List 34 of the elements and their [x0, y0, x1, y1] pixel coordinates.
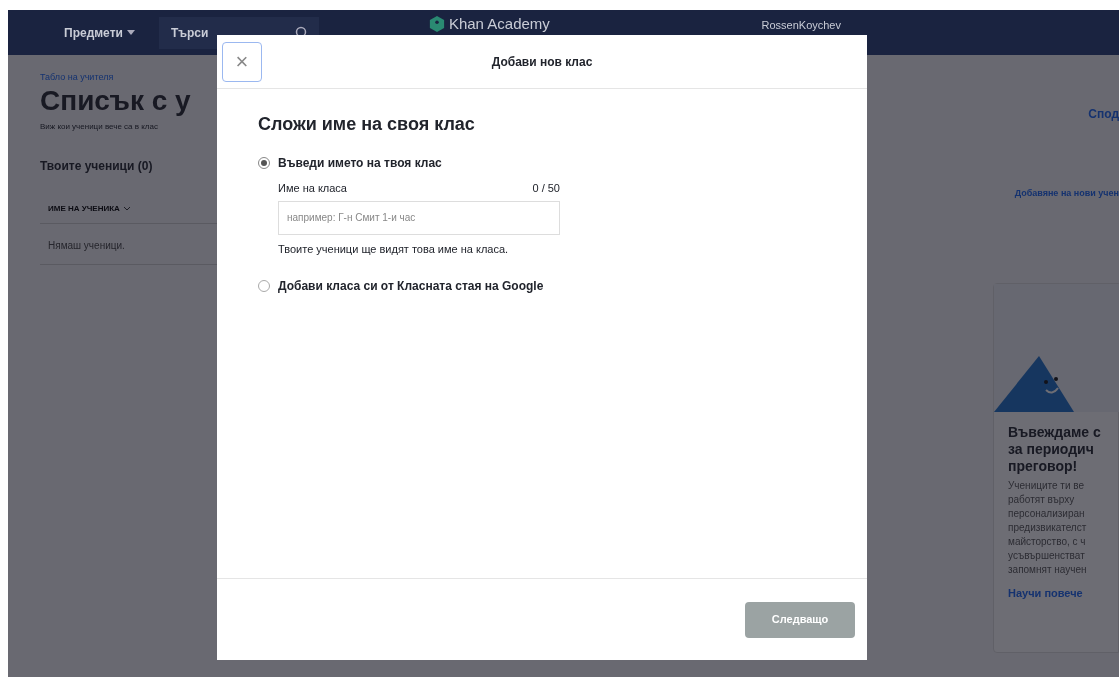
subjects-menu[interactable]: Предмети — [56, 23, 143, 42]
section-heading: Сложи име на своя клас — [258, 113, 476, 136]
caret-icon — [126, 30, 135, 35]
radio-option[interactable]: Въведи името на твоя клас — [258, 154, 826, 172]
card-text-line: усъвършенстват — [1008, 548, 1086, 563]
page-subtitle: Виж кои ученици вече са в клас — [40, 120, 159, 133]
students-heading: Твоите ученици (0) — [40, 157, 154, 175]
character-counter: 0 / 50 — [532, 181, 560, 196]
card-text-line: майсторство, с ч — [1008, 534, 1087, 549]
page-title: Списък с у — [40, 84, 192, 117]
logo-icon — [428, 15, 445, 32]
share-link[interactable]: Спод — [1088, 105, 1119, 123]
field-label: Име на класа — [278, 181, 347, 196]
card-text-line: персонализиран — [1008, 506, 1086, 521]
card-title-line: за периодич — [1008, 440, 1095, 458]
close-button[interactable]: × — [222, 41, 262, 82]
card-title-line: Въвеждаме с — [1008, 423, 1102, 441]
column-header[interactable]: ИМЕ НА УЧЕНИКА — [48, 202, 120, 215]
radio-option[interactable]: Добави класа си от Класната стая на Google — [258, 277, 826, 295]
add-students-link[interactable]: Добавяне на нови учен — [1014, 187, 1119, 201]
logo-text: Khan Academy — [448, 15, 550, 32]
card-title-line: преговор! — [1008, 457, 1079, 475]
card-text-line: предизвикателст — [1008, 520, 1088, 535]
chevron-icon — [123, 206, 130, 211]
empty-message: Нямаш ученици. — [48, 239, 125, 251]
user-name[interactable]: RossenKoychev — [761, 19, 841, 32]
card-text-line: Учениците ти ве — [1008, 478, 1086, 493]
breadcrumb-link[interactable]: Табло на учителя — [40, 71, 218, 85]
class-name-input[interactable]: например: Г-н Смит 1-и час — [278, 200, 560, 235]
card-text-line: запомнят научен — [1008, 562, 1088, 577]
learn-more-link[interactable]: Научи повече — [1008, 584, 1104, 601]
dialog-title: Добави нов клас — [490, 53, 594, 71]
card-text-line: работят върху — [1008, 492, 1076, 507]
field-hint: Твоите ученици ще видят това име на класа. — [278, 241, 510, 257]
